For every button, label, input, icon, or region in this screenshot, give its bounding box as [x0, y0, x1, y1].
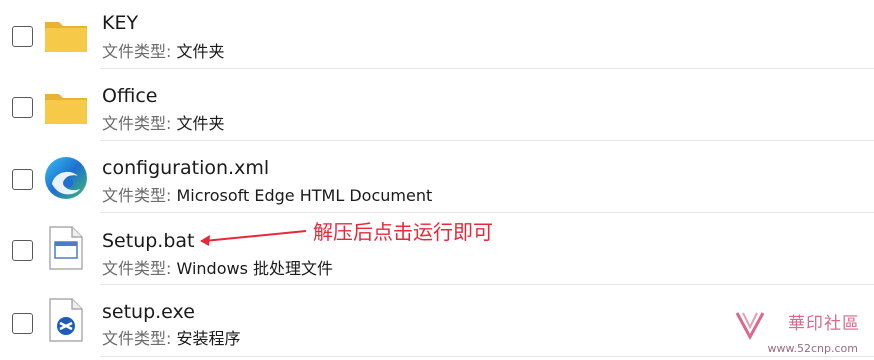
watermark-logo: [735, 312, 765, 341]
file-name: Setup.bat: [102, 230, 195, 252]
file-name: setup.exe: [102, 301, 195, 323]
watermark: 華印社區 www.52cnp.com: [733, 305, 868, 355]
batch-file-icon: [49, 226, 83, 270]
edge-icon: [45, 157, 87, 199]
file-name: KEY: [102, 12, 139, 34]
file-type: 文件类型: 文件夹: [102, 114, 225, 133]
installer-icon: [49, 298, 83, 342]
select-checkbox[interactable]: [12, 97, 33, 118]
select-checkbox[interactable]: [12, 26, 33, 47]
list-item[interactable]: configuration.xml 文件类型: Microsoft Edge H…: [0, 144, 874, 216]
file-type: 文件类型: 文件夹: [102, 42, 225, 61]
watermark-text: 華印社區: [788, 314, 860, 334]
watermark-url: www.52cnp.com: [767, 342, 858, 355]
divider: [100, 212, 874, 213]
file-type: 文件类型: Microsoft Edge HTML Document: [102, 186, 433, 205]
file-type: 文件类型: 安装程序: [102, 329, 241, 348]
list-item[interactable]: Office 文件类型: 文件夹: [0, 72, 874, 144]
select-checkbox[interactable]: [12, 240, 33, 261]
file-name: configuration.xml: [102, 157, 270, 179]
folder-icon: [45, 94, 87, 124]
annotation-arrow: [200, 230, 307, 246]
divider: [100, 140, 874, 141]
divider: [100, 68, 874, 69]
list-item[interactable]: KEY 文件类型: 文件夹: [0, 0, 874, 72]
select-checkbox[interactable]: [12, 169, 33, 190]
divider: [100, 284, 874, 285]
folder-icon: [45, 22, 87, 52]
file-name: Office: [102, 85, 158, 107]
annotation-text: 解压后点击运行即可: [313, 220, 493, 244]
file-type: 文件类型: Windows 批处理文件: [102, 259, 333, 278]
select-checkbox[interactable]: [12, 313, 33, 334]
